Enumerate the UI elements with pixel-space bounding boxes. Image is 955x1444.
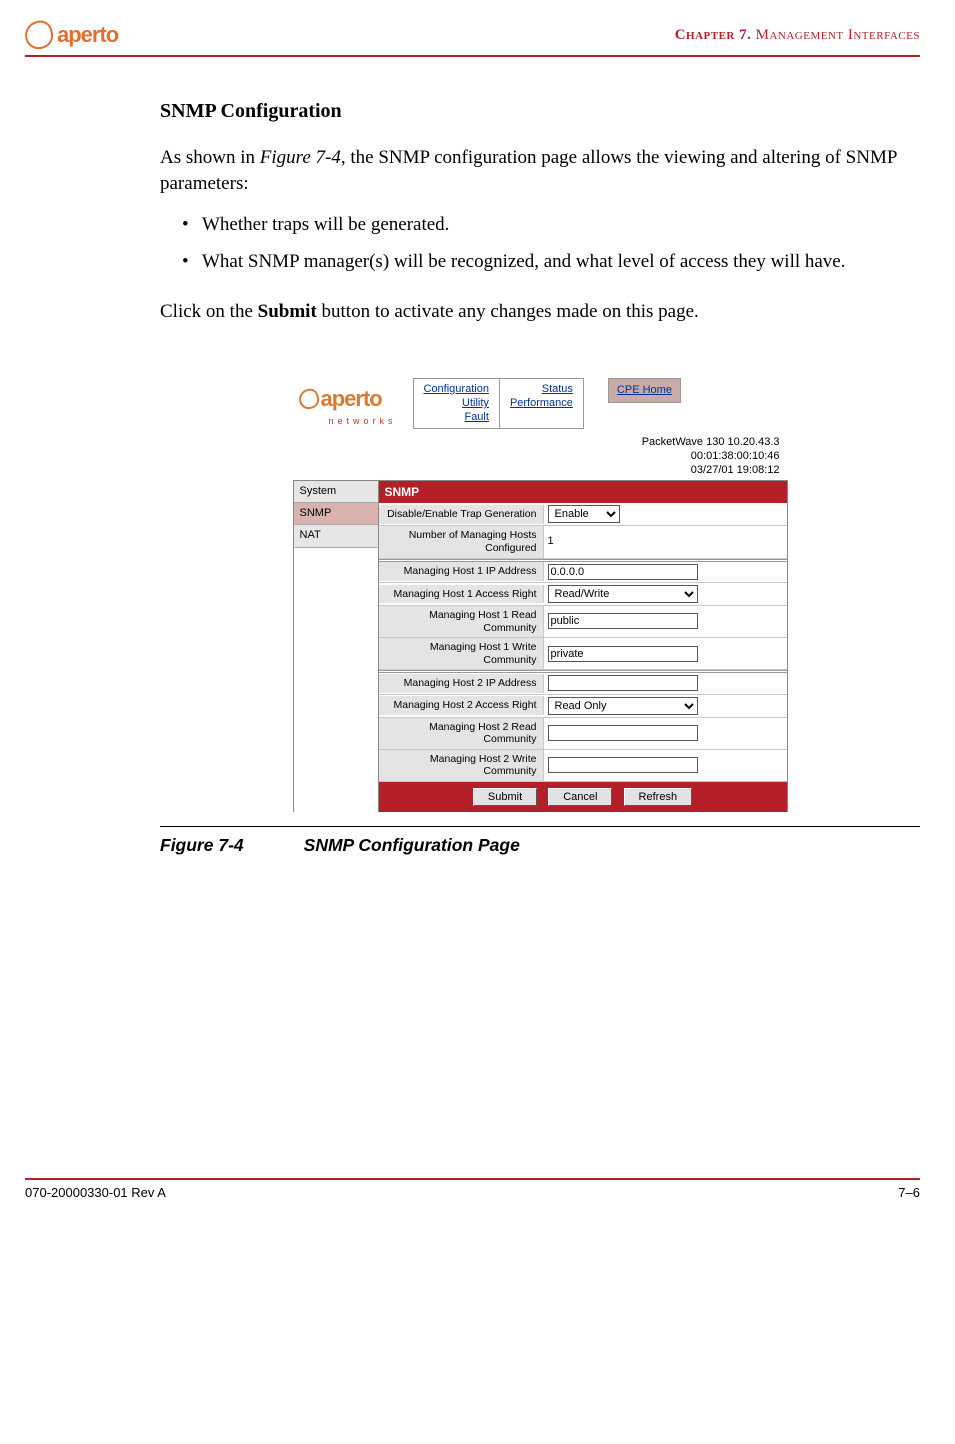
logo-text: aperto bbox=[57, 20, 118, 51]
list-item: What SNMP manager(s) will be recognized,… bbox=[160, 249, 920, 276]
chapter-line: Chapter 7. Management Interfaces bbox=[675, 25, 920, 46]
click-para: Click on the Submit button to activate a… bbox=[160, 299, 920, 326]
chapter-prefix: Chapter 7. bbox=[675, 27, 752, 43]
h1-wc-label: Managing Host 1 Write Community bbox=[379, 638, 544, 669]
cpe-home-link[interactable]: CPE Home bbox=[608, 378, 681, 403]
h2-ip-input[interactable] bbox=[548, 675, 698, 691]
nav-link-fault[interactable]: Fault bbox=[424, 410, 489, 424]
h1-ip-input[interactable] bbox=[548, 564, 698, 580]
list-item: Whether traps will be generated. bbox=[160, 212, 920, 239]
numhosts-value: 1 bbox=[544, 532, 787, 551]
shot-logo-text: aperto bbox=[321, 384, 382, 415]
swirl-icon bbox=[296, 387, 320, 411]
h2-wc-label: Managing Host 2 Write Community bbox=[379, 750, 544, 781]
trap-select[interactable]: Enable bbox=[548, 505, 620, 523]
h2-ip-label: Managing Host 2 IP Address bbox=[379, 674, 544, 693]
h1-wc-input[interactable] bbox=[548, 646, 698, 662]
row-h1-acc: Managing Host 1 Access Right Read/Write bbox=[379, 583, 787, 606]
nav-link-configuration[interactable]: Configuration bbox=[424, 382, 489, 396]
snmp-screenshot: aperto networks Configuration Utility Fa… bbox=[293, 376, 788, 812]
figure-caption: Figure 7-4 SNMP Configuration Page bbox=[160, 833, 920, 858]
bullet-list: Whether traps will be generated. What SN… bbox=[160, 212, 920, 275]
refresh-button[interactable]: Refresh bbox=[624, 788, 693, 806]
row-h2-wc: Managing Host 2 Write Community bbox=[379, 750, 787, 782]
intro-pre: As shown in bbox=[160, 147, 260, 168]
nav-link-utility[interactable]: Utility bbox=[424, 396, 489, 410]
shot-logo: aperto networks bbox=[293, 376, 413, 433]
footer-right: 7–6 bbox=[898, 1184, 920, 1202]
h1-rc-input[interactable] bbox=[548, 613, 698, 629]
swirl-icon bbox=[22, 18, 56, 52]
row-numhosts: Number of Managing Hosts Configured 1 bbox=[379, 526, 787, 558]
submit-button[interactable]: Submit bbox=[473, 788, 537, 806]
submit-ref: Submit bbox=[258, 301, 317, 322]
figure-title: SNMP Configuration Page bbox=[304, 835, 520, 855]
nav-col-1: Configuration Utility Fault bbox=[414, 379, 500, 429]
nav-group: Configuration Utility Fault Status Perfo… bbox=[413, 378, 584, 429]
h2-acc-select[interactable]: Read Only bbox=[548, 697, 698, 715]
click-post: button to activate any changes made on t… bbox=[317, 301, 699, 322]
footer-left: 070-20000330-01 Rev A bbox=[25, 1184, 166, 1202]
cancel-button[interactable]: Cancel bbox=[548, 788, 612, 806]
device-line-1: PacketWave 130 10.20.43.3 00:01:38:00:10… bbox=[561, 435, 780, 464]
row-h2-ip: Managing Host 2 IP Address bbox=[379, 673, 787, 694]
row-h1-ip: Managing Host 1 IP Address bbox=[379, 562, 787, 583]
chapter-title: Management Interfaces bbox=[751, 27, 920, 43]
shot-sidebar: System SNMP NAT bbox=[293, 481, 379, 813]
row-trap: Disable/Enable Trap Generation Enable bbox=[379, 503, 787, 526]
logo: aperto bbox=[25, 20, 118, 51]
intro-para: As shown in Figure 7-4, the SNMP configu… bbox=[160, 145, 920, 198]
button-bar: Submit Cancel Refresh bbox=[379, 782, 787, 812]
h2-wc-input[interactable] bbox=[548, 757, 698, 773]
sidebar-item-snmp[interactable]: SNMP bbox=[294, 503, 378, 525]
nav-link-status[interactable]: Status bbox=[510, 382, 573, 396]
h1-rc-label: Managing Host 1 Read Community bbox=[379, 606, 544, 637]
row-h1-rc: Managing Host 1 Read Community bbox=[379, 606, 787, 638]
h2-rc-label: Managing Host 2 Read Community bbox=[379, 718, 544, 749]
shot-top: aperto networks Configuration Utility Fa… bbox=[293, 376, 788, 480]
content: SNMP Configuration As shown in Figure 7-… bbox=[160, 97, 920, 858]
device-line-2: 03/27/01 19:08:12 bbox=[561, 463, 780, 477]
sidebar-item-system[interactable]: System bbox=[294, 481, 378, 503]
panel-title: SNMP bbox=[379, 481, 787, 504]
section-title: SNMP Configuration bbox=[160, 97, 920, 125]
h2-acc-label: Managing Host 2 Access Right bbox=[379, 696, 544, 715]
click-pre: Click on the bbox=[160, 301, 258, 322]
nav-row: Configuration Utility Fault Status Perfo… bbox=[413, 376, 788, 429]
shot-panel: SNMP Disable/Enable Trap Generation Enab… bbox=[379, 481, 788, 813]
figure-divider bbox=[160, 826, 920, 827]
h1-ip-label: Managing Host 1 IP Address bbox=[379, 562, 544, 581]
shot-logo-sub: networks bbox=[329, 415, 407, 428]
row-h1-wc: Managing Host 1 Write Community bbox=[379, 638, 787, 670]
shot-main: System SNMP NAT SNMP Disable/Enable Trap… bbox=[293, 480, 788, 813]
sidebar-item-nat[interactable]: NAT bbox=[294, 525, 378, 547]
nav-link-performance[interactable]: Performance bbox=[510, 396, 573, 410]
row-h2-acc: Managing Host 2 Access Right Read Only bbox=[379, 695, 787, 718]
page-footer: 070-20000330-01 Rev A 7–6 bbox=[25, 1178, 920, 1202]
h2-rc-input[interactable] bbox=[548, 725, 698, 741]
page-header: aperto Chapter 7. Management Interfaces bbox=[25, 20, 920, 57]
figure-number: Figure 7-4 bbox=[160, 835, 244, 855]
device-info: PacketWave 130 10.20.43.3 00:01:38:00:10… bbox=[553, 429, 788, 480]
nav-col-2: Status Performance bbox=[500, 379, 583, 429]
row-h2-rc: Managing Host 2 Read Community bbox=[379, 718, 787, 750]
figure-ref: Figure 7-4 bbox=[260, 147, 341, 168]
numhosts-label: Number of Managing Hosts Configured bbox=[379, 526, 544, 557]
h1-acc-select[interactable]: Read/Write bbox=[548, 585, 698, 603]
h1-acc-label: Managing Host 1 Access Right bbox=[379, 585, 544, 604]
trap-label: Disable/Enable Trap Generation bbox=[379, 505, 544, 524]
